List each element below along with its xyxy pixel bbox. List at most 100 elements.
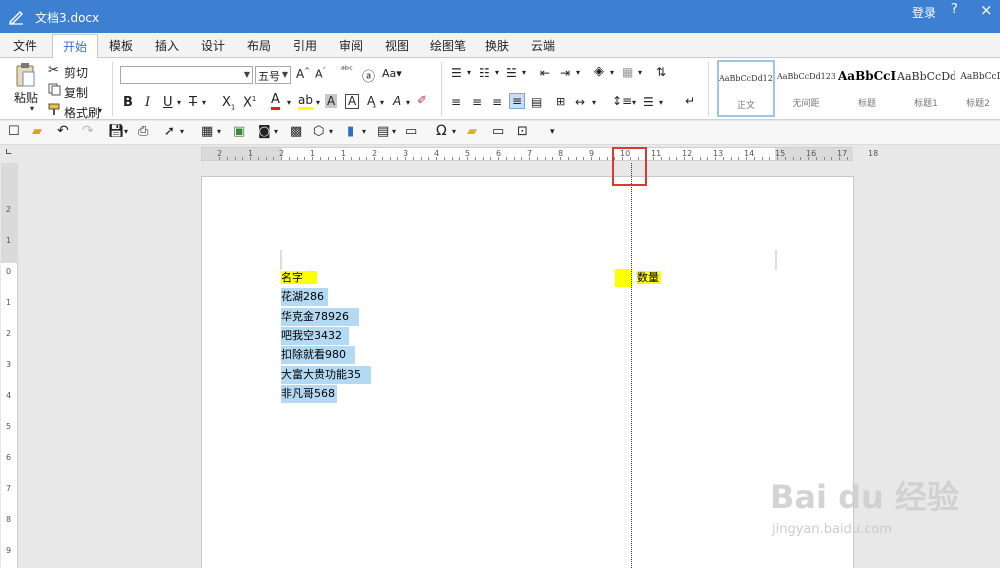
screenshot-icon[interactable]: ◙	[258, 124, 271, 139]
symbol-omega-icon[interactable]: Ω	[436, 123, 447, 139]
list-item[interactable]: 扣除就看980	[281, 346, 355, 364]
vertical-ruler[interactable]: 2 1 0 1 2 3 4 5 6 7 8 9	[1, 163, 18, 568]
line-spacing-icon[interactable]: ↕≡	[612, 94, 632, 108]
chart-grid-icon[interactable]: ▩	[290, 124, 302, 139]
tab-template[interactable]: 模板	[109, 37, 133, 54]
style-normal[interactable]: AaBbCcDd123 正文	[717, 60, 775, 117]
shapes-icon[interactable]: ⬡	[313, 124, 324, 139]
style-heading2[interactable]: AaBbCcDd 标题2	[956, 60, 1000, 117]
style-no-spacing[interactable]: AaBbCcDd123 无间距	[777, 60, 835, 117]
comment-icon[interactable]: ▰	[467, 124, 477, 139]
underline-icon[interactable]: U	[163, 95, 173, 110]
customize-toolbar-icon[interactable]: ▾	[550, 127, 555, 137]
chart-dropdown-icon[interactable]: ▾	[362, 127, 366, 136]
numbered-list-icon[interactable]: ☷	[479, 66, 490, 80]
justify-icon[interactable]: ≡	[509, 93, 526, 109]
indent-dropdown-icon[interactable]: ▾	[576, 68, 580, 77]
print-icon[interactable]: ⎙	[138, 124, 148, 139]
font-color-icon[interactable]: A	[271, 93, 280, 110]
cut-icon[interactable]: ✂	[48, 63, 59, 78]
align-right-icon[interactable]: ≡	[492, 95, 502, 109]
subscript-icon[interactable]: X1	[222, 95, 235, 112]
highlight-dropdown-icon[interactable]: ▾	[316, 98, 320, 107]
font-size-select[interactable]: 五号 ▼	[255, 66, 291, 84]
style-title[interactable]: AaBbCcI 标题	[838, 60, 896, 117]
highlight-icon[interactable]: ab	[298, 93, 313, 110]
screenshot-dropdown-icon[interactable]: ▾	[274, 127, 278, 136]
list-item[interactable]: 非凡哥568	[281, 385, 337, 403]
strikethrough-icon[interactable]: T	[189, 95, 197, 110]
numbered-list-dropdown-icon[interactable]: ▾	[495, 68, 499, 77]
decrease-indent-icon[interactable]: ⇤	[540, 66, 550, 80]
tab-draw[interactable]: 绘图笔	[430, 37, 466, 54]
borders-dropdown-icon[interactable]: ▾	[638, 68, 642, 77]
style-heading1[interactable]: AaBbCcDd1 标题1	[897, 60, 955, 117]
tab-home[interactable]: 开始	[52, 34, 99, 59]
new-document-icon[interactable]: ☐	[8, 124, 20, 139]
fill-color-dropdown-icon[interactable]: ▾	[610, 68, 614, 77]
list-item[interactable]: 华克金78926	[281, 308, 359, 326]
table-dropdown-icon[interactable]: ▾	[217, 127, 221, 136]
tab-view[interactable]: 视图	[385, 37, 409, 54]
header-name-cell[interactable]: 名字	[281, 269, 317, 287]
character-spacing-icon[interactable]: ↔	[575, 95, 585, 109]
text-direction-icon[interactable]: ⊞	[556, 95, 565, 108]
sort-icon[interactable]: ⇅	[656, 65, 666, 79]
paragraph-mark-icon[interactable]: ↵	[685, 94, 695, 108]
formula-icon[interactable]: ▭	[405, 124, 417, 139]
tab-skin[interactable]: 换肤	[485, 37, 509, 54]
text-effect-dropdown-icon[interactable]: ▾	[380, 98, 384, 107]
bold-icon[interactable]: B	[123, 95, 133, 110]
format-painter-icon[interactable]	[48, 103, 61, 116]
header-qty-cell[interactable]: 数量	[637, 269, 661, 287]
list-item[interactable]: 大富大贵功能35	[281, 366, 371, 384]
save-dropdown-icon[interactable]: ▾	[124, 127, 128, 136]
bookmark-icon[interactable]: ▭	[492, 124, 504, 139]
close-button[interactable]: ×	[980, 1, 993, 19]
paste-dropdown-icon[interactable]: ▾	[30, 104, 34, 113]
undo-icon[interactable]: ↶	[57, 123, 69, 139]
help-button[interactable]: ?	[951, 2, 958, 17]
superscript-icon[interactable]: X1	[243, 95, 256, 110]
format-painter-button[interactable]: 格式刷	[64, 104, 100, 121]
multilevel-list-icon[interactable]: ☱	[506, 66, 517, 80]
font-color-dropdown-icon[interactable]: ▾	[287, 98, 291, 107]
select-dropdown-icon[interactable]: ▾	[180, 127, 184, 136]
format-painter-dropdown-icon[interactable]: ▾	[98, 106, 102, 115]
select-pointer-icon[interactable]: ➚	[164, 124, 175, 139]
phonetic-guide-icon[interactable]: ᵃᵇᶜ	[341, 65, 353, 76]
line-spacing-dropdown-icon[interactable]: ▾	[632, 98, 636, 107]
borders-icon[interactable]: ▦	[622, 65, 633, 79]
document-page[interactable]: 名字 数量 花湖286 华克金78926 吧我空3432 扣除就看980 大富大…	[201, 176, 854, 568]
pen-icon[interactable]	[6, 6, 26, 26]
font-family-select[interactable]: ▼	[120, 66, 253, 84]
paragraph-spacing-dropdown-icon[interactable]: ▾	[659, 98, 663, 107]
clear-format-icon[interactable]: ✐	[417, 93, 427, 107]
grow-font-icon[interactable]: A^	[296, 67, 310, 81]
table-icon[interactable]: ▦	[201, 124, 213, 139]
character-spacing-dropdown-icon[interactable]: ▾	[592, 98, 596, 107]
paste-icon[interactable]	[14, 62, 36, 88]
open-folder-icon[interactable]: ▰	[32, 124, 42, 139]
chart-icon[interactable]: ▮	[347, 124, 354, 139]
increase-indent-icon[interactable]: ⇥	[560, 66, 570, 80]
shapes-dropdown-icon[interactable]: ▾	[329, 127, 333, 136]
tab-layout[interactable]: 布局	[247, 37, 271, 54]
save-icon[interactable]: 💾︎	[108, 124, 125, 139]
text-style-dropdown-icon[interactable]: ▾	[406, 98, 410, 107]
list-item[interactable]: 花湖286	[281, 288, 328, 306]
tab-references[interactable]: 引用	[293, 37, 317, 54]
enclose-character-icon[interactable]: ⓐ	[362, 66, 375, 85]
copy-icon[interactable]	[48, 83, 61, 96]
cut-button[interactable]: 剪切	[64, 64, 88, 81]
multilevel-list-dropdown-icon[interactable]: ▾	[522, 68, 526, 77]
italic-icon[interactable]: I	[145, 95, 150, 110]
paste-button[interactable]: 粘贴	[14, 89, 38, 106]
tab-file[interactable]: 文件	[13, 37, 37, 54]
paragraph-spacing-icon[interactable]: ☰	[643, 95, 654, 109]
underline-dropdown-icon[interactable]: ▾	[177, 98, 181, 107]
bullet-list-icon[interactable]: ☰	[451, 66, 462, 80]
horizontal-ruler[interactable]: 2 1 2 1 1 2 3 4 5 6 7 8 9 10 11 12 13 14 15 16 17 18	[201, 147, 878, 161]
picture-icon[interactable]: ▣	[233, 124, 245, 139]
redo-icon[interactable]: ↷	[82, 123, 94, 139]
